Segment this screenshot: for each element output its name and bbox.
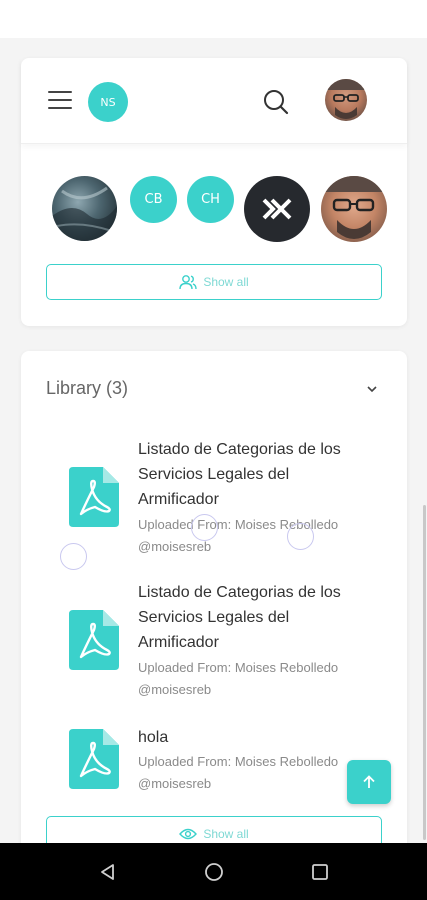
eye-icon: [179, 828, 198, 840]
search-icon[interactable]: [262, 88, 290, 116]
item-title-line: hola: [138, 729, 169, 746]
item-title-line: Servicios Legales del: [138, 466, 290, 483]
user-initials: NS: [100, 95, 116, 109]
member-avatar-cb[interactable]: CB: [130, 176, 177, 223]
item-title-line: Armificador: [138, 634, 219, 651]
member-avatar-ch[interactable]: CH: [187, 176, 234, 223]
scrollbar[interactable]: [423, 505, 426, 840]
recents-icon[interactable]: [308, 860, 332, 884]
touch-indicator: [60, 543, 87, 570]
item-uploaded-from: Uploaded From: Moises Rebolledo: [138, 660, 339, 675]
arrow-up-icon: [363, 775, 375, 788]
show-all-label: Show all: [203, 275, 249, 289]
hamburger-menu-icon[interactable]: [48, 91, 72, 109]
item-title-line: Listado de Categorias de los: [138, 441, 341, 458]
home-icon[interactable]: [202, 860, 226, 884]
item-title-line: Listado de Categorias de los: [138, 584, 341, 601]
member-initials: CH: [201, 192, 220, 207]
aerial-photo-avatar[interactable]: [52, 176, 117, 241]
member-initials: CB: [144, 192, 163, 207]
pdf-file-icon: [69, 610, 119, 670]
back-icon[interactable]: [96, 860, 120, 884]
status-bar: [0, 0, 427, 38]
touch-indicator: [191, 514, 218, 541]
show-all-label: Show all: [203, 827, 249, 841]
app-header: NS: [21, 58, 407, 144]
scroll-to-top-button[interactable]: [347, 760, 391, 804]
item-handle: @moisesreb: [138, 682, 212, 697]
item-title-line: Servicios Legales del: [138, 609, 290, 626]
pdf-file-icon: [69, 467, 119, 527]
profile-avatar[interactable]: [325, 79, 367, 121]
user-initials-avatar[interactable]: NS: [88, 82, 128, 122]
item-handle: @moisesreb: [138, 776, 212, 791]
group-card: NS CB CH Show all: [21, 58, 407, 326]
item-title-line: Armificador: [138, 491, 219, 508]
chevron-down-icon[interactable]: [364, 381, 380, 397]
system-navigation-bar: [0, 843, 427, 900]
library-title: Library (3): [46, 378, 129, 398]
users-icon: [179, 275, 198, 290]
dark-logo-avatar[interactable]: [244, 176, 310, 242]
item-handle: @moisesreb: [138, 539, 212, 554]
item-uploaded-from: Uploaded From: Moises Rebolledo: [138, 517, 339, 532]
members-show-all-button[interactable]: Show all: [46, 264, 382, 300]
pdf-file-icon: [69, 729, 119, 789]
touch-indicator: [287, 523, 314, 550]
man-glasses-avatar[interactable]: [321, 176, 387, 242]
item-uploaded-from: Uploaded From: Moises Rebolledo: [138, 754, 339, 769]
